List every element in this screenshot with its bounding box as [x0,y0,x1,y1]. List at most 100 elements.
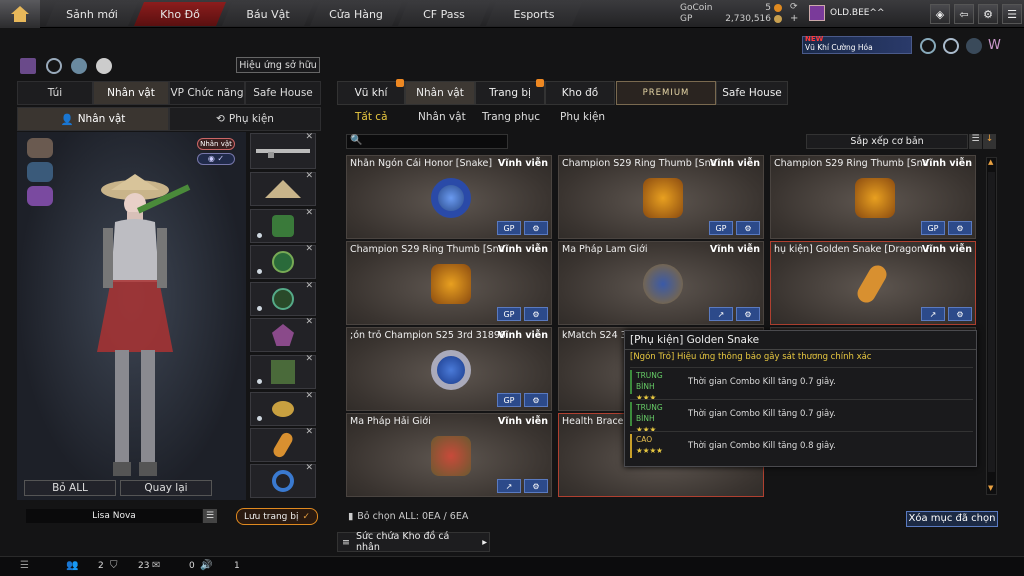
list-icon[interactable]: ☰ [20,560,29,571]
gear-icon[interactable]: ⚙ [978,4,998,24]
shield-icon[interactable]: ◈ [930,4,950,24]
tab-safe-house[interactable]: Safe House [245,81,321,105]
speaker-icon[interactable]: 🔊 [200,560,212,571]
rtab-kho-do[interactable]: Kho đồ [545,81,615,105]
tab-bau-vat[interactable]: Báu Vật [222,2,314,26]
scroll-up-icon[interactable]: ▲ [988,158,995,166]
settings-icon[interactable]: ⚙ [736,221,760,235]
eye-icon[interactable]: ◉ ✓ [197,153,235,165]
tab-vp-chuc-nang[interactable]: VP Chức năng [169,81,245,105]
settings-icon[interactable]: ⚙ [524,393,548,407]
event-icon-3[interactable] [966,38,982,54]
close-icon[interactable]: ✕ [305,244,313,254]
settings-icon[interactable]: ⚙ [524,307,548,321]
slot-ring-3[interactable]: ✕ [250,463,316,498]
slot-ring-2[interactable]: ✕ [250,427,316,462]
rtab-trang-bi[interactable]: Trang bị [475,81,545,105]
settings-icon[interactable]: ⚙ [736,307,760,321]
char-tag[interactable]: Nhân vật [197,138,235,150]
scrollbar[interactable]: ▲ ▼ [986,157,997,495]
rtab-vu-khi[interactable]: Vũ khí [337,81,405,105]
scroll-down-icon[interactable]: ▼ [988,484,995,492]
close-icon[interactable]: ✕ [305,132,313,142]
tab-esports[interactable]: Esports [486,2,582,26]
rtab-premium[interactable]: PREMIUM [616,81,716,105]
tab-sanh-moi[interactable]: Sảnh mới [46,2,138,26]
sort-menu-icon[interactable]: ☰ [969,134,982,149]
slot-emblem-2[interactable]: ✕ [250,281,316,316]
back-button[interactable]: Quay lại [120,480,212,496]
close-icon[interactable]: ✕ [305,427,313,437]
subtab-character[interactable]: 👤 Nhân vật [17,107,169,131]
slot-weapon[interactable]: ✕ [250,132,316,169]
item-card[interactable]: Nhẫn Ngón Cái Honor [Snake] Vĩnh viễn GP… [346,155,552,239]
sort-dropdown[interactable]: Sắp xếp cơ bản [806,134,968,149]
save-equipment-button[interactable]: Lưu trang bị ✓ [236,508,318,525]
close-icon[interactable]: ✕ [305,208,313,218]
scroll-thumb[interactable] [988,172,995,472]
menu-icon[interactable]: ☰ [1002,4,1022,24]
tab-kho-do[interactable]: Kho Đồ [134,2,226,26]
gift-icon[interactable] [20,58,36,74]
close-icon[interactable]: ✕ [305,171,313,181]
settings-icon[interactable]: ⚙ [524,479,548,493]
remove-all-button[interactable]: Bỏ ALL [24,480,116,496]
sort-order-icon[interactable]: ↓ [983,134,996,149]
subtab-outfits[interactable]: Trang phục [482,111,540,123]
chat-icon[interactable]: ✉ [152,560,160,571]
settings-icon[interactable]: ⚙ [524,221,548,235]
event-icon-1[interactable] [920,38,936,54]
event-icon-4[interactable]: W [988,38,1006,54]
subtab-all[interactable]: Tất cả [355,111,388,123]
tab-nhan-vat[interactable]: Nhân vật [93,81,169,105]
refresh-icon[interactable]: ⟳ [790,2,798,12]
avatar[interactable] [809,5,825,21]
clan-icon[interactable]: ⛉ [110,560,118,571]
search-input[interactable]: 🔍 [346,134,508,149]
list-icon[interactable]: ☰ [203,509,217,523]
pet-icon[interactable] [96,58,112,74]
item-card[interactable]: Champion S29 Ring Thumb [Snake] Vĩnh viễ… [558,155,764,239]
close-icon[interactable]: ✕ [305,463,313,473]
rtab-nhan-vat[interactable]: Nhân vật [405,81,475,105]
event-icon-2[interactable] [943,38,959,54]
character-viewport[interactable]: Nhân vật ◉ ✓ [17,132,246,500]
slot-hat[interactable]: ✕ [250,171,316,206]
close-icon[interactable]: ✕ [305,281,313,291]
rtab-safe-house[interactable]: Safe House [716,81,788,105]
share-button[interactable]: ↗ [921,307,945,321]
subtab-characters[interactable]: Nhân vật [418,111,466,123]
tab-tui[interactable]: Túi [17,81,93,105]
exit-icon[interactable]: ⇦ [954,4,974,24]
subtab-accessories[interactable]: ⟲ Phụ kiện [169,107,321,131]
item-card[interactable]: Champion S29 Ring Thumb [Snake] Vĩnh viễ… [346,241,552,325]
item-card[interactable]: ;ón trỏ Champion S25 3rd 31899 Vĩnh viễn… [346,327,552,411]
close-icon[interactable]: ✕ [305,354,313,364]
gift-button[interactable]: GP [921,221,945,235]
slot-mask[interactable]: ✕ [250,208,316,243]
add-icon[interactable]: + [790,13,798,24]
share-button[interactable]: ↗ [709,307,733,321]
gift-button[interactable]: GP [709,221,733,235]
clear-selected-button[interactable]: Xóa mục đã chọn [906,511,998,527]
gift-button[interactable]: GP [497,393,521,407]
close-icon[interactable]: ✕ [305,317,313,327]
gift-button[interactable]: GP [497,221,521,235]
item-card[interactable]: Champion S29 Ring Thumb [Snake] Vĩnh viễ… [770,155,976,239]
tab-cua-hang[interactable]: Cửa Hàng [310,2,402,26]
storage-capacity-button[interactable]: ≡ Sức chứa Kho đồ cá nhân ▸ [337,531,490,553]
pose-icon-1[interactable] [27,138,53,158]
owned-effects-button[interactable]: Hiệu ứng sở hữu [236,57,320,73]
event-banner[interactable]: NEW Vũ Khí Cường Hóa [802,35,912,54]
slot-emblem-1[interactable]: ✕ [250,244,316,279]
subtab-accessories-r[interactable]: Phụ kiện [560,111,605,123]
close-icon[interactable]: ✕ [305,391,313,401]
gift-button[interactable]: GP [497,307,521,321]
friends-icon[interactable]: 👥 [66,560,78,571]
item-card-selected[interactable]: hụ kiện] Golden Snake [Dragon Fury] Vĩnh… [770,241,976,325]
tab-cf-pass[interactable]: CF Pass [398,2,490,26]
share-button[interactable]: ↗ [497,479,521,493]
reset-icon[interactable] [46,58,62,74]
slot-vest[interactable]: ✕ [250,354,316,389]
item-card[interactable]: Ma Pháp Hải Giới Vĩnh viễn ↗ ⚙ [346,413,552,497]
